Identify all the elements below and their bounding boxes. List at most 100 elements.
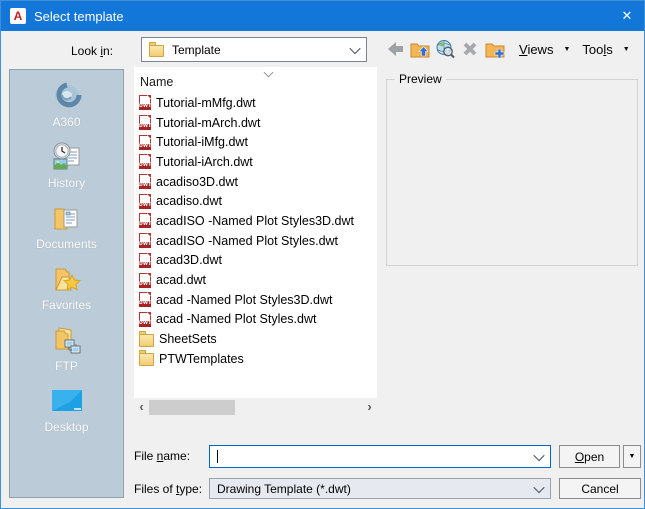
file-list-rows: DWT Tutorial-mMfg.dwt DWT Tutorial-mArch.dw… xyxy=(134,93,377,369)
dwt-file-icon: DWT xyxy=(139,193,152,209)
dwt-badge: DWT xyxy=(139,320,152,327)
search-the-web-button[interactable] xyxy=(432,37,457,62)
file-name: Tutorial-iMfg.dwt xyxy=(156,135,248,150)
list-item[interactable]: DWT acadISO -Named Plot Styles3D.dwt xyxy=(134,211,377,231)
files-of-type-label: Files of type: xyxy=(134,482,203,496)
chevron-down-icon: ▼ xyxy=(622,45,630,53)
sidebar-item-label: Favorites xyxy=(41,298,92,312)
desktop-icon xyxy=(50,384,84,418)
file-name: Tutorial-mMfg.dwt xyxy=(156,95,256,110)
close-button[interactable]: ✕ xyxy=(610,1,644,31)
dwt-file-icon: DWT xyxy=(139,115,152,131)
chevron-down-icon xyxy=(533,481,545,493)
create-new-folder-icon xyxy=(485,43,504,59)
sidebar-item-favorites[interactable]: Favorites xyxy=(10,262,123,323)
open-dropdown-button[interactable]: ▼ xyxy=(623,445,641,468)
chevron-down-icon: ▼ xyxy=(628,453,636,460)
dwt-badge: DWT xyxy=(139,104,152,111)
views-label: Views xyxy=(519,41,554,57)
back-icon xyxy=(387,42,403,56)
titlebar: A Select template ✕ xyxy=(1,1,644,31)
file-name: acadISO -Named Plot Styles3D.dwt xyxy=(156,213,354,228)
sidebar-item-history[interactable]: History xyxy=(10,140,123,201)
list-item[interactable]: DWT Tutorial-iMfg.dwt xyxy=(134,132,377,152)
dwt-file-icon: DWT xyxy=(139,174,151,190)
select-template-dialog: A Select template ✕ Look in: Template Vi… xyxy=(0,0,645,509)
ftp-icon xyxy=(50,323,84,357)
file-name-combobox[interactable] xyxy=(209,445,551,468)
file-name-label: File name: xyxy=(134,449,191,463)
dwt-badge: DWT xyxy=(139,124,152,131)
history-icon xyxy=(50,140,84,174)
sidebar-item-label: Documents xyxy=(36,237,97,251)
back-button[interactable] xyxy=(382,37,407,62)
folder-icon xyxy=(149,42,164,57)
chevron-down-icon xyxy=(533,449,545,461)
dwt-badge: DWT xyxy=(139,202,152,209)
list-item[interactable]: DWT acadiso.dwt xyxy=(134,191,377,211)
tools-menu-button[interactable]: Tools ▼ xyxy=(582,42,629,57)
list-item[interactable]: DWT acad -Named Plot Styles.dwt xyxy=(134,310,377,330)
preview-panel: Preview xyxy=(386,72,638,266)
open-button[interactable]: Open xyxy=(559,445,620,468)
open-button-label: Open xyxy=(574,449,605,464)
scroll-left-icon[interactable]: ‹ xyxy=(134,400,149,415)
search-the-web-icon xyxy=(436,40,455,59)
preview-label: Preview xyxy=(395,72,446,86)
files-of-type-combobox[interactable]: Drawing Template (*.dwt) xyxy=(209,478,551,499)
look-in-label: Look in: xyxy=(71,44,114,58)
sidebar-item-label: FTP xyxy=(55,359,78,373)
up-one-level-button[interactable] xyxy=(407,37,432,62)
sidebar-item-label: A360 xyxy=(52,115,81,129)
list-item[interactable]: DWT acadiso3D.dwt xyxy=(134,172,377,192)
chevron-down-icon: ▼ xyxy=(563,45,571,53)
dwt-file-icon: DWT xyxy=(139,134,151,150)
up-one-level-icon xyxy=(410,43,429,58)
dwt-file-icon: DWT xyxy=(139,292,151,308)
list-item[interactable]: SheetSets xyxy=(134,329,377,349)
create-new-folder-button[interactable] xyxy=(482,37,507,62)
list-item[interactable]: DWT acad.dwt xyxy=(134,270,377,290)
sidebar-item-documents[interactable]: Documents xyxy=(10,201,123,262)
views-menu-button[interactable]: Views ▼ xyxy=(519,42,570,57)
list-item[interactable]: DWT Tutorial-mMfg.dwt xyxy=(134,93,377,113)
sidebar-item-label: History xyxy=(47,176,86,190)
list-item[interactable]: DWT Tutorial-mArch.dwt xyxy=(134,113,377,133)
sidebar-item-desktop[interactable]: Desktop xyxy=(10,384,123,445)
delete-button[interactable] xyxy=(457,37,482,62)
list-item[interactable]: DWT acadISO -Named Plot Styles.dwt xyxy=(134,231,377,251)
horizontal-scrollbar[interactable]: ‹ › xyxy=(134,400,377,415)
file-name: acadISO -Named Plot Styles.dwt xyxy=(156,233,339,248)
look-in-combobox[interactable]: Template xyxy=(141,37,367,62)
dwt-file-icon: DWT xyxy=(139,233,151,249)
cancel-button-label: Cancel xyxy=(581,481,619,496)
file-name: Tutorial-iArch.dwt xyxy=(156,154,253,169)
scrollbar-thumb[interactable] xyxy=(149,400,235,415)
toolbar: Views ▼ Tools ▼ xyxy=(382,36,630,62)
list-item[interactable]: PTWTemplates xyxy=(134,349,377,369)
file-name: acad3D.dwt xyxy=(156,253,223,268)
sort-chevron-icon xyxy=(263,67,274,78)
close-icon: ✕ xyxy=(621,8,633,23)
dwt-file-icon: DWT xyxy=(139,272,151,288)
column-header-label: Name xyxy=(140,75,174,89)
list-item[interactable]: DWT acad3D.dwt xyxy=(134,251,377,271)
documents-icon xyxy=(50,201,84,235)
places-sidebar: A360 History Documents Favorites FTP Desktop xyxy=(9,69,124,498)
file-list: Name DWT Tutorial-mMfg.dwt DWT Tutorial-mAr… xyxy=(134,67,377,398)
file-name: acad -Named Plot Styles.dwt xyxy=(156,312,317,327)
autocad-logo-icon: A xyxy=(10,8,26,24)
sidebar-item-a360[interactable]: A360 xyxy=(10,79,123,140)
files-of-type-value: Drawing Template (*.dwt) xyxy=(217,481,351,496)
name-column-header[interactable]: Name xyxy=(134,67,377,93)
text-caret xyxy=(217,450,218,463)
window-title: Select template xyxy=(34,8,124,24)
a360-icon xyxy=(50,79,84,113)
sidebar-item-ftp[interactable]: FTP xyxy=(10,323,123,384)
delete-icon xyxy=(463,42,476,56)
dwt-file-icon: DWT xyxy=(139,95,152,111)
cancel-button[interactable]: Cancel xyxy=(559,478,641,499)
list-item[interactable]: DWT acad -Named Plot Styles3D.dwt xyxy=(134,290,377,310)
scroll-right-icon[interactable]: › xyxy=(362,400,377,415)
list-item[interactable]: DWT Tutorial-iArch.dwt xyxy=(134,152,377,172)
